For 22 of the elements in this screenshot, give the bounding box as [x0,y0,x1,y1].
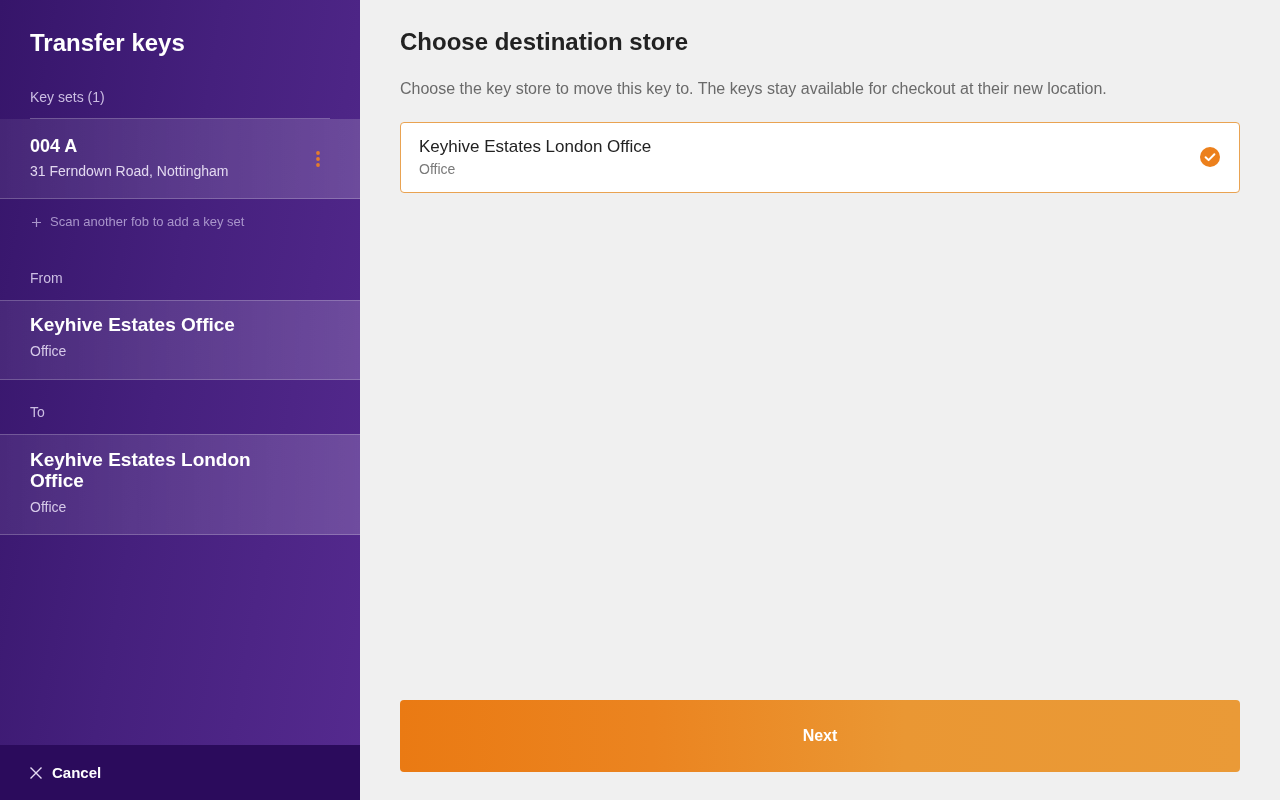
option-type: Office [419,160,456,178]
store-type: Office [30,498,67,517]
store-type: Office [30,342,67,361]
store-name: Keyhive Estates Office [30,314,235,335]
cancel-button[interactable]: Cancel [30,762,102,783]
key-set-address: 31 Ferndown Road, Nottingham [30,162,229,181]
key-set-code: 004 A [30,135,78,157]
page-title: Choose destination store [400,27,690,57]
section-label: Key sets (1) [30,88,105,106]
option-name: Keyhive Estates London Office [419,136,652,158]
key-set-card[interactable]: 004 A 31 Ferndown Road, Nottingham [0,119,360,199]
vertical-dots-icon[interactable] [316,150,320,167]
check-icon [1200,147,1220,167]
store-option[interactable]: Keyhive Estates London Office Office [400,122,1240,193]
description-text: Choose the key store to move this key to. The keys stay available for checkout at their new location. [400,79,1108,99]
sidebar-title: Transfer keys [30,28,186,58]
plus-icon [32,217,41,227]
close-icon [30,766,42,779]
store-name: Keyhive Estates London Office [30,449,252,491]
section-label: To [30,403,46,421]
scan-hint: Scan another fob to add a key set [50,213,245,231]
section-label: From [30,269,64,287]
